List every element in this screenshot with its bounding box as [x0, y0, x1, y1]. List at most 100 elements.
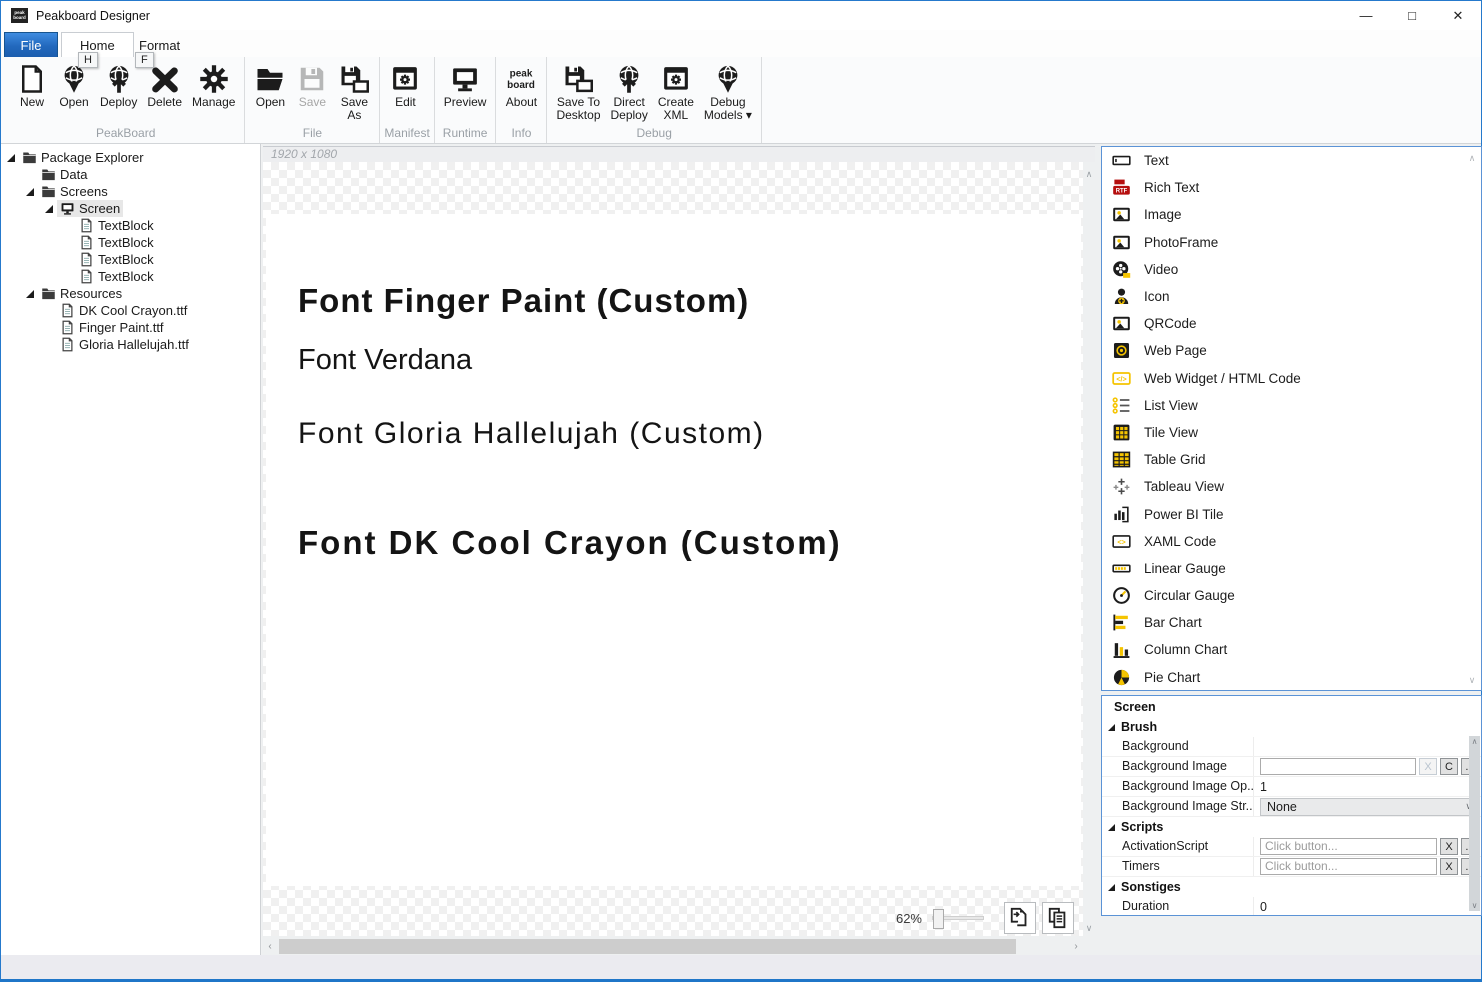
- expand-collapse-icon[interactable]: [26, 188, 34, 196]
- tree-item-package-explorer[interactable]: Package Explorer: [1, 149, 260, 166]
- canvas-scroll-area[interactable]: Font Finger Paint (Custom) Font Verdana Fo…: [263, 162, 1083, 936]
- canvas-scroll-up-icon[interactable]: ∧: [1083, 168, 1095, 180]
- value-field[interactable]: Click button...: [1260, 858, 1437, 875]
- x-button[interactable]: X: [1440, 858, 1458, 875]
- edit-button[interactable]: Edit: [384, 59, 426, 109]
- expand-collapse-icon[interactable]: [1108, 884, 1115, 891]
- toolbox-item-tableau-view[interactable]: Tableau View: [1102, 473, 1481, 500]
- canvas-horizontal-scrollbar[interactable]: ‹ ›: [263, 938, 1083, 954]
- open-button[interactable]: Open: [249, 59, 291, 109]
- toolbox-item-linear-gauge[interactable]: Linear Gauge: [1102, 555, 1481, 582]
- tree-item-screen[interactable]: Screen: [1, 200, 260, 217]
- c-button[interactable]: C: [1440, 758, 1458, 775]
- copy-screen-button[interactable]: [1042, 902, 1074, 934]
- toolbox-item-column-chart[interactable]: Column Chart: [1102, 636, 1481, 663]
- property-value[interactable]: Click button...X...: [1254, 857, 1481, 876]
- property-row-background-image-str-[interactable]: Background Image Str...None∨: [1102, 797, 1481, 817]
- maximize-button[interactable]: □: [1389, 1, 1435, 30]
- toolbox-item-rich-text[interactable]: RTFRich Text: [1102, 174, 1481, 201]
- value-field[interactable]: Click button...: [1260, 838, 1437, 855]
- toolbox-scroll-down-icon[interactable]: ∨: [1466, 675, 1478, 686]
- horizontal-scroll-thumb[interactable]: [279, 939, 1016, 954]
- property-row-background-image-op-[interactable]: Background Image Op...1: [1102, 777, 1481, 797]
- property-group-brush[interactable]: Brush: [1102, 717, 1481, 737]
- toolbox-item-qrcode[interactable]: QRCode: [1102, 310, 1481, 337]
- minimize-button[interactable]: —: [1343, 1, 1389, 30]
- toolbox-item-text[interactable]: Text: [1102, 147, 1481, 174]
- toolbox-item-bar-chart[interactable]: Bar Chart: [1102, 609, 1481, 636]
- tree-item-textblock[interactable]: TextBlock: [1, 251, 260, 268]
- debug-button[interactable]: Debug Models ▾: [699, 59, 757, 122]
- tree-item-textblock[interactable]: TextBlock: [1, 217, 260, 234]
- property-value[interactable]: 1: [1254, 777, 1481, 796]
- expand-collapse-icon[interactable]: [1108, 724, 1115, 731]
- value-field[interactable]: [1260, 758, 1416, 775]
- save-button[interactable]: Save As: [333, 59, 375, 122]
- direct-button[interactable]: Direct Deploy: [606, 59, 653, 122]
- expand-collapse-icon[interactable]: [26, 290, 34, 298]
- property-value[interactable]: None∨: [1254, 797, 1481, 816]
- manage-button[interactable]: Manage: [187, 59, 240, 109]
- property-row-timers[interactable]: TimersClick button...X...: [1102, 857, 1481, 877]
- toolbox-item-icon[interactable]: Icon: [1102, 283, 1481, 310]
- toolbox-scroll-up-icon[interactable]: ∧: [1466, 153, 1478, 164]
- tab-format[interactable]: Format: [121, 32, 198, 58]
- property-group-sonstiges[interactable]: Sonstiges: [1102, 877, 1481, 897]
- expand-collapse-icon[interactable]: [1108, 824, 1115, 831]
- expand-collapse-icon[interactable]: [7, 154, 15, 162]
- new-button[interactable]: New: [11, 59, 53, 109]
- toolbox-item-web-page[interactable]: Web Page: [1102, 337, 1481, 364]
- property-value[interactable]: XC...: [1254, 757, 1481, 776]
- tree-item-gloria-hallelujah-ttf[interactable]: Gloria Hallelujah.ttf: [1, 336, 260, 353]
- tree-item-screens[interactable]: Screens: [1, 183, 260, 200]
- close-button[interactable]: ✕: [1435, 1, 1481, 30]
- toolbox-item-tile-view[interactable]: Tile View: [1102, 419, 1481, 446]
- tree-item-dk-cool-crayon-ttf[interactable]: DK Cool Crayon.ttf: [1, 302, 260, 319]
- canvas-textblock-3[interactable]: Font Gloria Hallelujah (Custom): [298, 417, 765, 451]
- property-row-duration[interactable]: Duration0: [1102, 897, 1481, 916]
- property-row-background[interactable]: Background: [1102, 737, 1481, 757]
- canvas-textblock-2[interactable]: Font Verdana: [298, 344, 472, 377]
- tree-item-finger-paint-ttf[interactable]: Finger Paint.ttf: [1, 319, 260, 336]
- zoom-slider-handle[interactable]: [933, 909, 944, 929]
- preview-button[interactable]: Preview: [439, 59, 492, 109]
- expand-collapse-icon[interactable]: [45, 205, 53, 213]
- property-scroll-down-icon[interactable]: ∨: [1469, 901, 1480, 910]
- toolbox-item-image[interactable]: Image: [1102, 201, 1481, 228]
- property-value[interactable]: Click button...X...: [1254, 837, 1481, 856]
- scroll-right-icon[interactable]: ›: [1069, 941, 1083, 952]
- tree-item-textblock[interactable]: TextBlock: [1, 234, 260, 251]
- canvas-textblock-4[interactable]: Font DK Cool Crayon (Custom): [298, 524, 842, 562]
- create-button[interactable]: Create XML: [653, 59, 699, 122]
- design-artboard[interactable]: Font Finger Paint (Custom) Font Verdana Fo…: [266, 214, 1081, 886]
- property-value[interactable]: 0: [1254, 897, 1481, 916]
- property-scroll-up-icon[interactable]: ∧: [1469, 737, 1480, 746]
- property-group-scripts[interactable]: Scripts: [1102, 817, 1481, 837]
- toolbox-item-list-view[interactable]: List View: [1102, 392, 1481, 419]
- dropdown-background-image-str-[interactable]: None∨: [1260, 798, 1479, 816]
- canvas-scroll-down-icon[interactable]: ∨: [1083, 922, 1095, 934]
- toolbox-item-xaml-code[interactable]: <>XAML Code: [1102, 528, 1481, 555]
- toolbox-item-web-widget-html-code[interactable]: </>Web Widget / HTML Code: [1102, 365, 1481, 392]
- property-scrollbar[interactable]: ∧ ∨: [1469, 736, 1480, 911]
- toolbox-item-power-bi-tile[interactable]: Power BI Tile: [1102, 500, 1481, 527]
- property-row-background-image[interactable]: Background ImageXC...: [1102, 757, 1481, 777]
- fit-to-window-button[interactable]: [1004, 902, 1036, 934]
- toolbox-item-circular-gauge[interactable]: Circular Gauge: [1102, 582, 1481, 609]
- property-value[interactable]: [1254, 737, 1481, 756]
- zoom-slider[interactable]: [932, 916, 984, 920]
- tree-item-data[interactable]: Data: [1, 166, 260, 183]
- scroll-left-icon[interactable]: ‹: [263, 941, 277, 952]
- x-button[interactable]: X: [1440, 838, 1458, 855]
- toolbox-item-video[interactable]: Video: [1102, 256, 1481, 283]
- tab-file[interactable]: File: [4, 32, 58, 57]
- canvas-textblock-1[interactable]: Font Finger Paint (Custom): [298, 282, 749, 320]
- save-to-button[interactable]: Save To Desktop: [551, 59, 605, 122]
- toolbox-item-table-grid[interactable]: Table Grid: [1102, 446, 1481, 473]
- toolbox-item-pie-chart[interactable]: Pie Chart: [1102, 664, 1481, 691]
- property-row-activationscript[interactable]: ActivationScriptClick button...X...: [1102, 837, 1481, 857]
- tree-item-resources[interactable]: Resources: [1, 285, 260, 302]
- about-button[interactable]: peakboardAbout: [500, 59, 542, 109]
- toolbox-item-photoframe[interactable]: PhotoFrame: [1102, 229, 1481, 256]
- tree-item-textblock[interactable]: TextBlock: [1, 268, 260, 285]
